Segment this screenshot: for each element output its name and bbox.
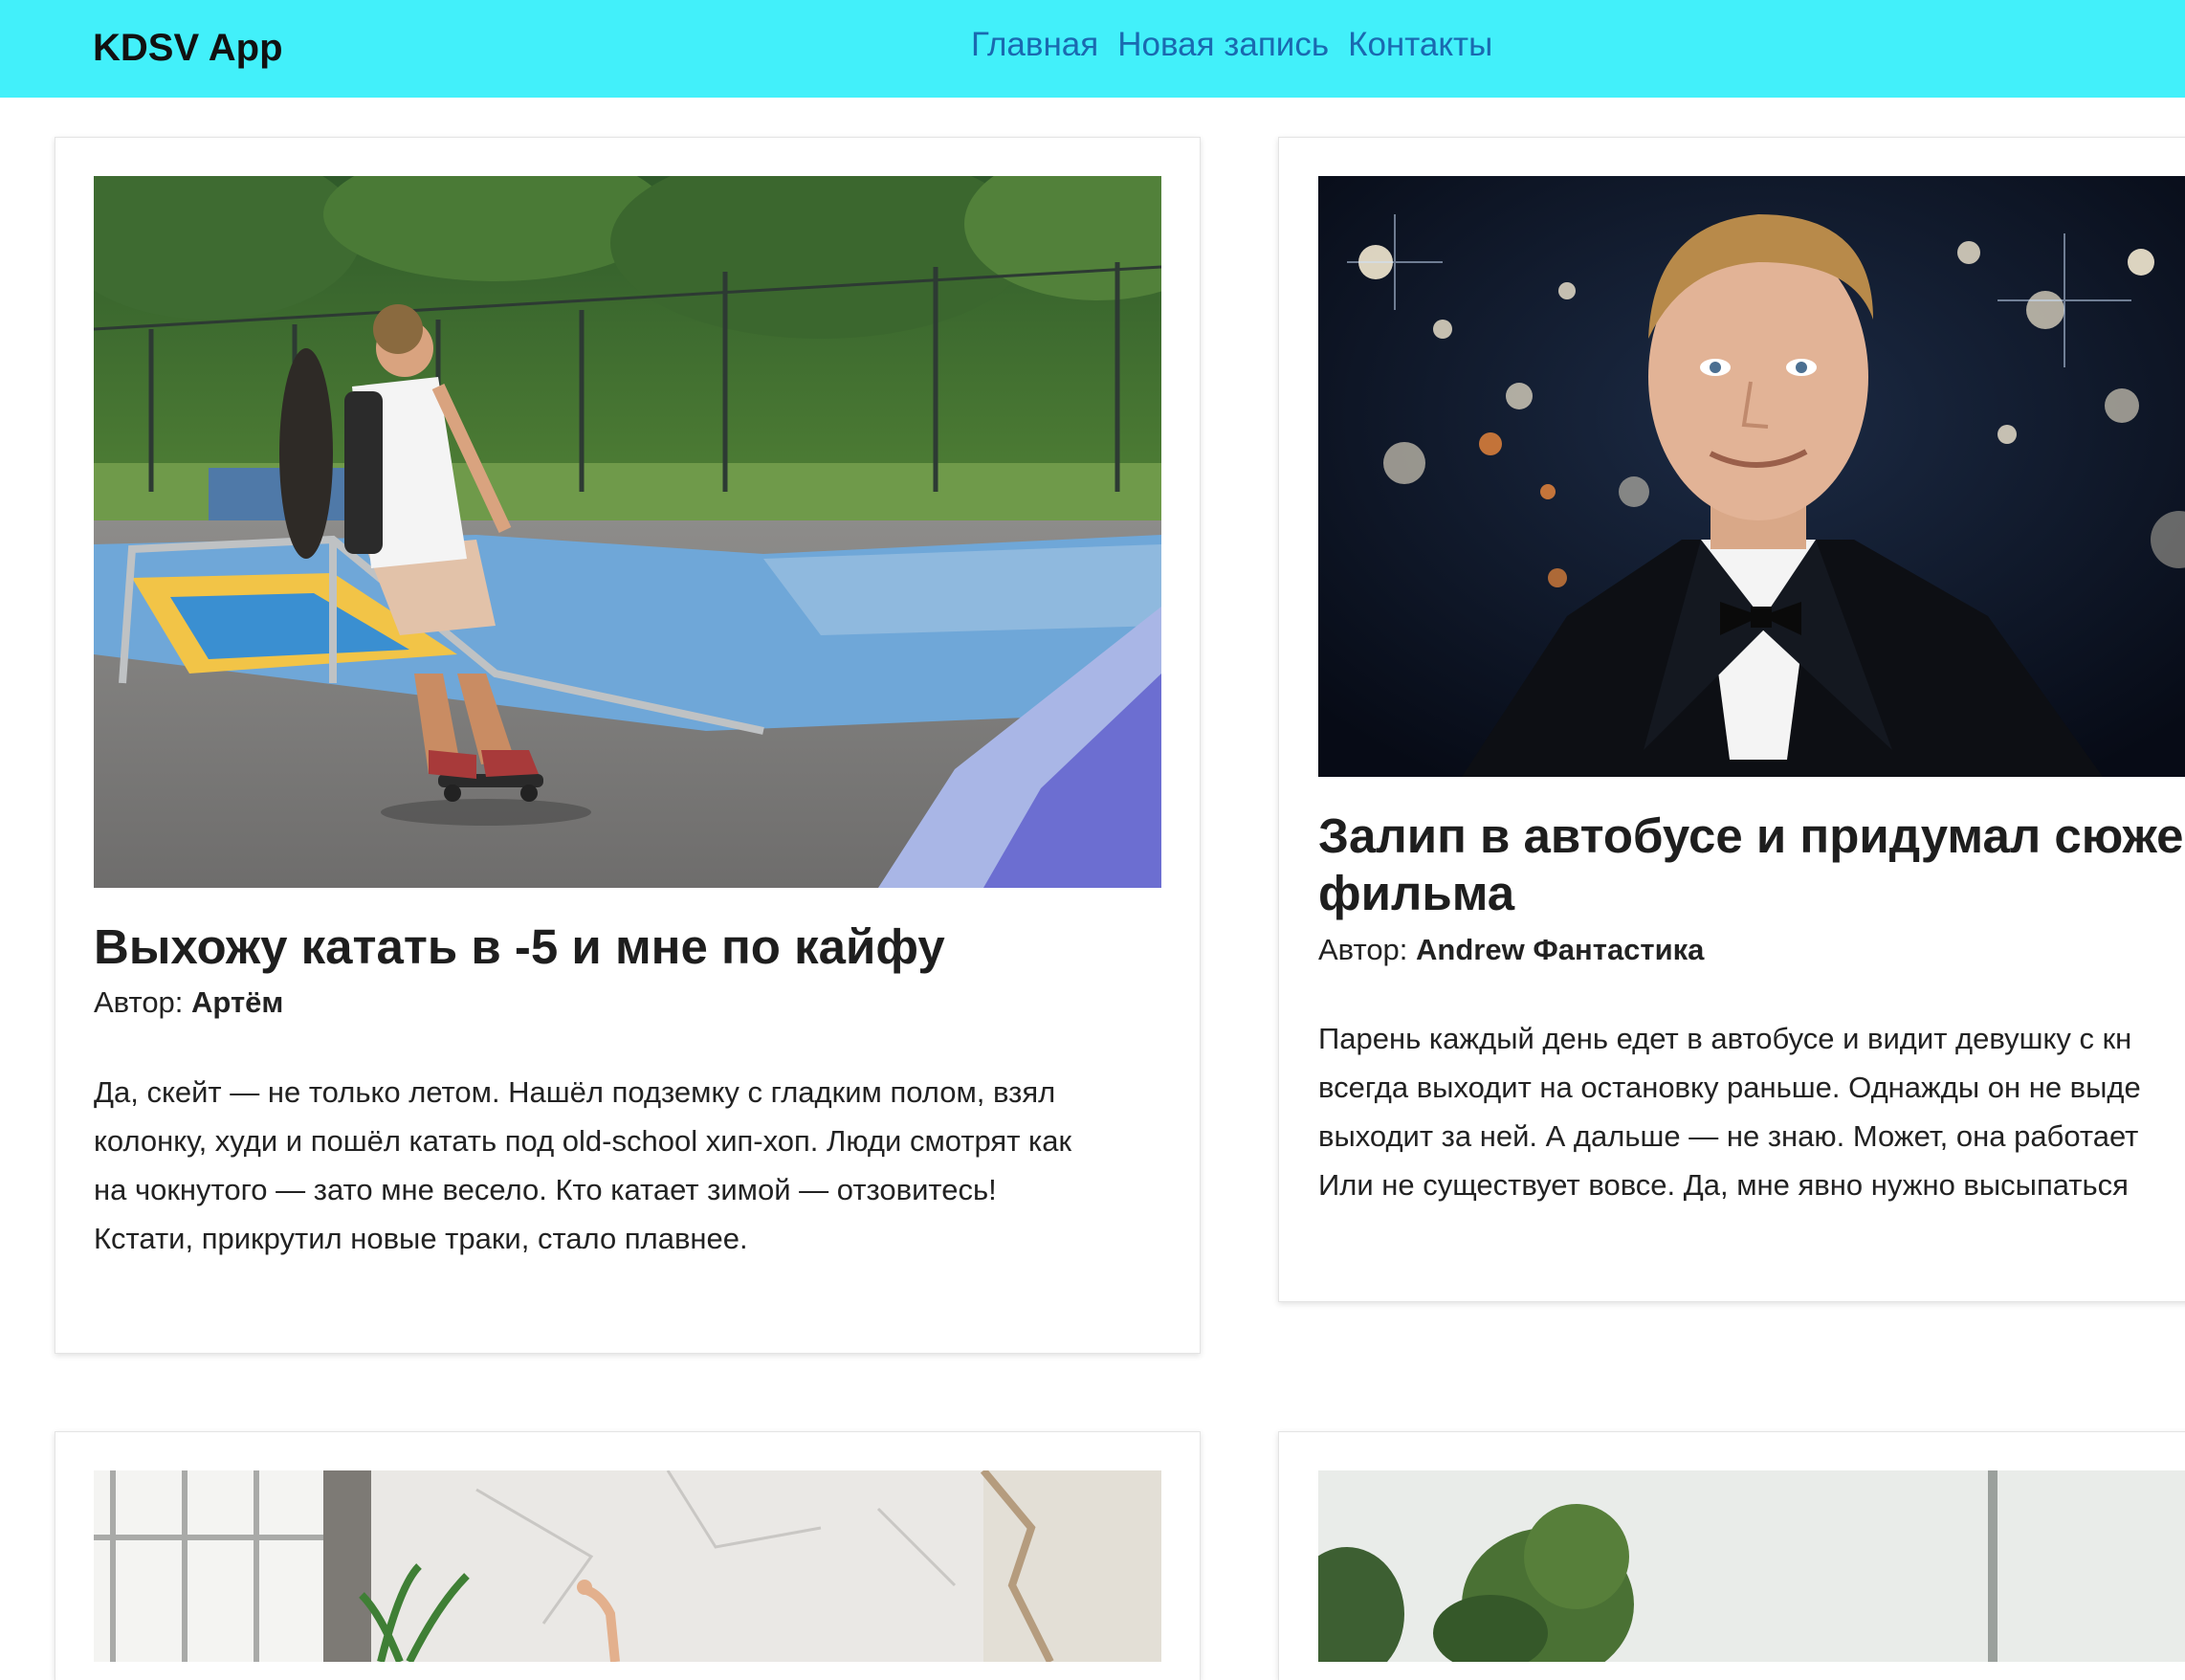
post-body-line: Или не существует вовсе. Да, мне явно ну… [1318,1168,2129,1202]
post-image-interior [94,1470,1161,1662]
post-body-line: колонку, худи и пошёл катать под old-sch… [94,1124,1072,1158]
author-name: Артём [191,985,284,1019]
skatepark-photo [94,176,1161,888]
post-title[interactable]: Выхожу катать в -5 и мне по кайфу [94,918,945,976]
author-label: Автор: [1318,933,1408,966]
post-title-line: Залип в автобусе и придумал сюже [1318,808,2184,863]
nav-link-new-post[interactable]: Новая запись [1117,21,1329,69]
post-body-line: Парень каждый день едет в автобусе и вид… [1318,1022,2132,1055]
post-body-line: Да, скейт — не только летом. Нашёл подзе… [94,1075,1056,1109]
nav-links: Главная Новая запись Контакты [971,21,1492,69]
post-card [1278,1431,2185,1680]
brand-logo[interactable]: KDSV App [93,23,283,73]
post-image-man-in-tuxedo [1318,176,2185,777]
post-card [55,1431,1201,1680]
post-card: Выхожу катать в -5 и мне по кайфу Автор:… [55,137,1201,1354]
post-body-line: Кстати, прикрутил новые траки, стало пла… [94,1222,748,1255]
outdoor-photo [1318,1470,2185,1662]
post-image-skateboarder [94,176,1161,888]
interior-photo [94,1470,1161,1662]
author-name: Andrew Фантастика [1416,933,1705,966]
author-label: Автор: [94,985,184,1019]
nav-link-home[interactable]: Главная [971,21,1098,69]
post-author: Автор: Артём [94,984,283,1022]
post-body-line: всегда выходит на остановку раньше. Одна… [1318,1071,2141,1104]
nav-link-contacts[interactable]: Контакты [1348,21,1492,69]
post-title-line: фильма [1318,866,1515,920]
post-card: Залип в автобусе и придумал сюже фильма … [1278,137,2185,1302]
post-image-outdoor [1318,1470,2185,1662]
post-body: Да, скейт — не только летом. Нашёл подзе… [94,1068,1071,1263]
post-body: Парень каждый день едет в автобусе и вид… [1318,1014,2141,1209]
post-body-line: выходит за ней. А дальше — не знаю. Може… [1318,1119,2139,1153]
post-body-line: на чокнутого — зато мне весело. Кто ката… [94,1173,997,1206]
post-title[interactable]: Залип в автобусе и придумал сюже фильма [1318,807,2183,922]
post-author: Автор: Andrew Фантастика [1318,931,1704,969]
tuxedo-portrait-photo [1318,176,2185,777]
navbar: KDSV App Главная Новая запись Контакты [0,0,2185,98]
